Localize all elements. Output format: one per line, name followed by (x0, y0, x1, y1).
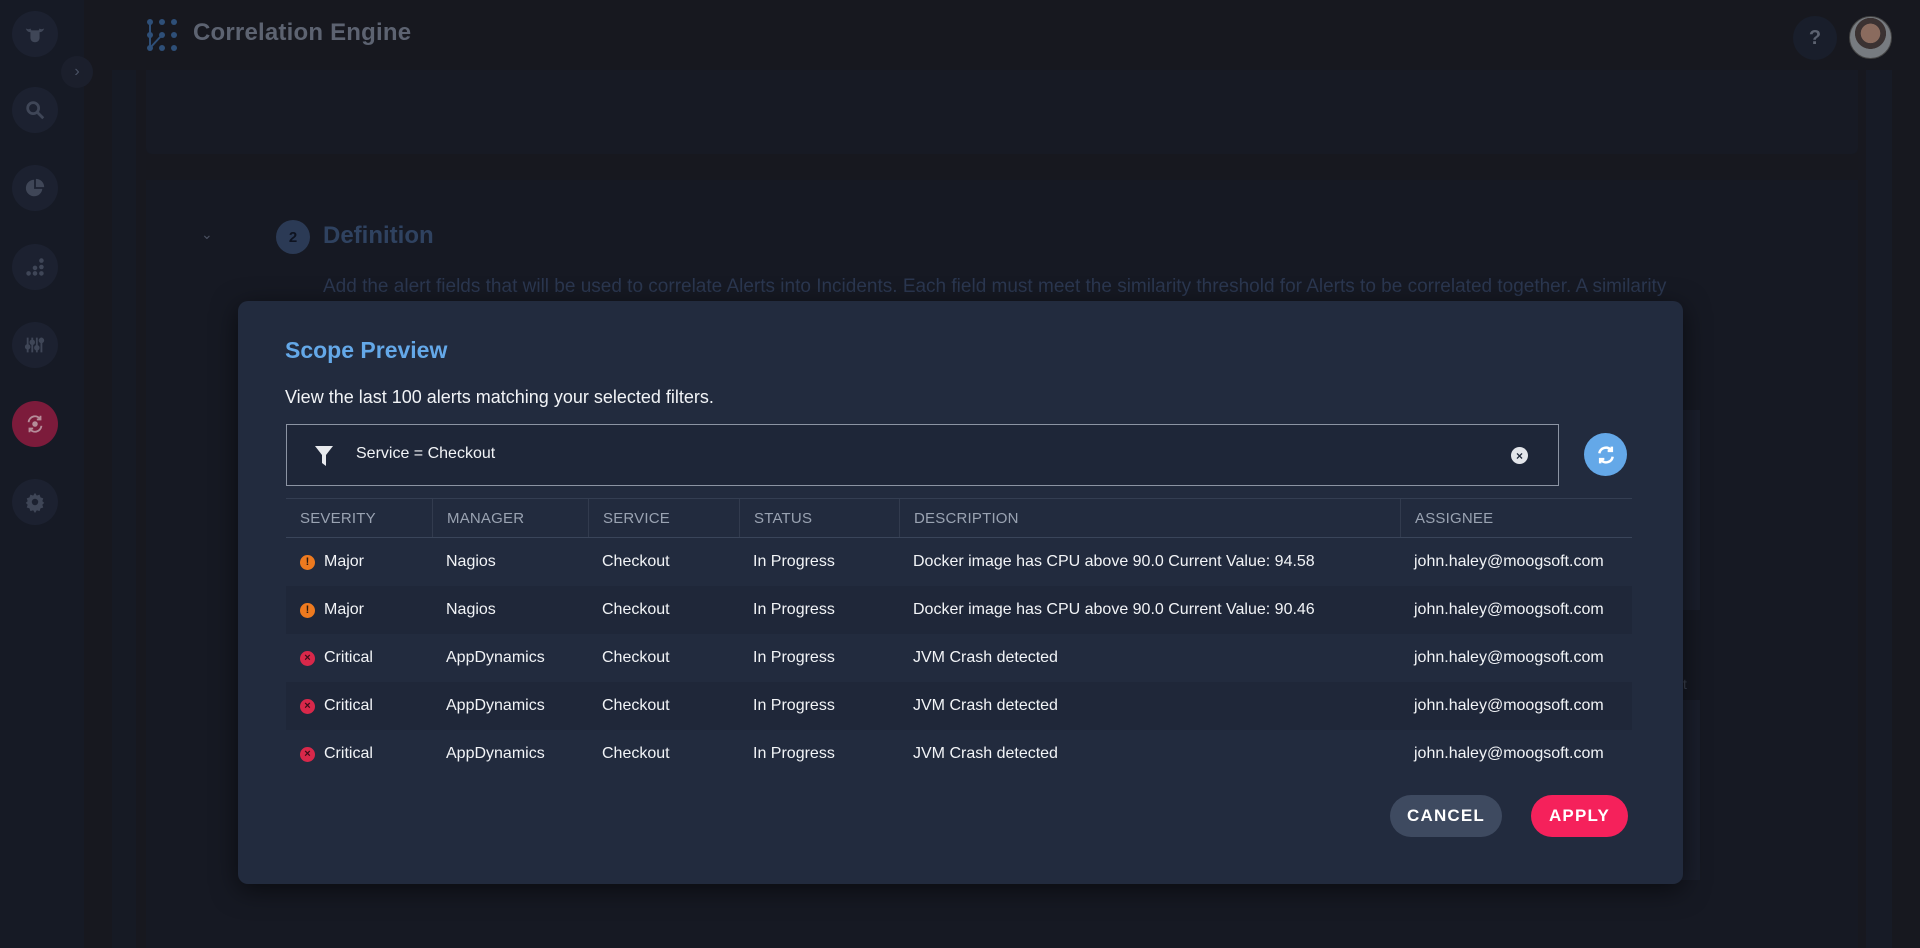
clear-filter-icon[interactable]: × (1511, 447, 1528, 464)
gear-icon (25, 492, 45, 513)
background-text-fragment: t (1683, 676, 1687, 692)
modal-title: Scope Preview (285, 337, 448, 363)
background-panel (146, 70, 1858, 154)
cell-description: Docker image has CPU above 90.0 Current … (913, 553, 1315, 570)
cell-service: Checkout (602, 697, 670, 714)
sidebar-item-dashboards[interactable] (12, 165, 58, 211)
page-title: Correlation Engine (193, 19, 412, 46)
cell-manager: AppDynamics (446, 745, 545, 762)
pie-chart-icon (25, 178, 45, 197)
sliders-icon (24, 337, 45, 353)
table-header: SEVERITY MANAGER SERVICE STATUS DESCRIPT… (286, 498, 1632, 538)
cell-severity: ! Major (286, 553, 432, 571)
cell-manager: Nagios (446, 601, 496, 618)
sidebar-item-tuning[interactable] (12, 322, 58, 368)
filter-icon (315, 446, 333, 466)
column-header-service[interactable]: SERVICE (588, 499, 739, 537)
column-header-description[interactable]: DESCRIPTION (899, 499, 1400, 537)
cell-service: Checkout (602, 601, 670, 618)
cell-manager: Nagios (446, 553, 496, 570)
sidebar-logo[interactable] (12, 11, 58, 57)
cell-severity: × Critical (286, 697, 432, 715)
correlation-engine-logo-icon (147, 19, 177, 51)
critical-severity-icon: × (300, 650, 315, 666)
severity-label: Major (324, 601, 365, 618)
cell-assignee: john.haley@moogsoft.com (1414, 649, 1604, 666)
alerts-table: SEVERITY MANAGER SERVICE STATUS DESCRIPT… (286, 498, 1632, 778)
major-severity-icon: ! (300, 602, 315, 618)
section-title: Definition (323, 222, 434, 249)
table-row[interactable]: ! Major Nagios Checkout In Progress Docker im… (286, 586, 1632, 634)
column-header-status[interactable]: STATUS (739, 499, 899, 537)
cell-severity: × Critical (286, 745, 432, 763)
severity-label: Critical (324, 649, 373, 666)
cell-manager: AppDynamics (446, 649, 545, 666)
cell-assignee: john.haley@moogsoft.com (1414, 697, 1604, 714)
table-row[interactable]: ! Major Nagios Checkout In Progress Docker im… (286, 538, 1632, 586)
background-strip (112, 70, 136, 948)
column-header-severity[interactable]: SEVERITY (286, 499, 432, 537)
cell-assignee: john.haley@moogsoft.com (1414, 601, 1604, 618)
cell-severity: ! Major (286, 601, 432, 619)
page: › Correlation Engine ? ⌄ 2 Definition Ad… (0, 0, 1920, 948)
cell-status: In Progress (753, 601, 835, 618)
help-button[interactable]: ? (1793, 16, 1837, 60)
scope-preview-modal: Scope Preview View the last 100 alerts m… (238, 301, 1683, 884)
table-row[interactable]: × Critical AppDynamics Checkout In Progress J… (286, 634, 1632, 682)
cell-status: In Progress (753, 553, 835, 570)
critical-severity-icon: × (300, 746, 315, 762)
expand-sidebar-button[interactable]: › (61, 56, 93, 88)
cow-icon (25, 28, 45, 43)
cell-status: In Progress (753, 649, 835, 666)
sync-icon (27, 415, 43, 433)
cell-status: In Progress (753, 745, 835, 762)
filter-input[interactable]: Service = Checkout × (286, 424, 1559, 486)
help-icon: ? (1808, 26, 1822, 49)
column-header-manager[interactable]: MANAGER (432, 499, 588, 537)
table-row[interactable]: × Critical AppDynamics Checkout In Progress J… (286, 682, 1632, 730)
chevron-right-icon: › (74, 63, 80, 80)
sidebar-item-search[interactable] (12, 87, 58, 133)
modal-subtitle: View the last 100 alerts matching your s… (285, 387, 714, 407)
sidebar: › (0, 0, 93, 948)
cell-manager: AppDynamics (446, 697, 545, 714)
chevron-down-icon[interactable]: ⌄ (201, 226, 213, 243)
user-avatar[interactable] (1849, 16, 1892, 59)
search-icon (26, 101, 45, 120)
cell-severity: × Critical (286, 649, 432, 667)
major-severity-icon: ! (300, 554, 315, 570)
refresh-button[interactable] (1584, 433, 1627, 476)
table-body: ! Major Nagios Checkout In Progress Docker im… (286, 538, 1632, 778)
sidebar-item-settings[interactable] (12, 479, 58, 525)
severity-label: Critical (324, 697, 373, 714)
severity-label: Major (324, 553, 365, 570)
cell-description: JVM Crash detected (913, 649, 1058, 666)
background-strip (1866, 70, 1892, 948)
severity-label: Critical (324, 745, 373, 762)
cancel-button[interactable]: CANCEL (1390, 795, 1502, 837)
cell-service: Checkout (602, 553, 670, 570)
cell-assignee: john.haley@moogsoft.com (1414, 745, 1604, 762)
step-number-badge: 2 (276, 220, 310, 254)
section-description: Add the alert fields that will be used t… (323, 276, 1667, 297)
cell-description: JVM Crash detected (913, 745, 1058, 762)
cell-status: In Progress (753, 697, 835, 714)
column-header-assignee[interactable]: ASSIGNEE (1400, 499, 1632, 537)
sidebar-item-insights[interactable] (12, 244, 58, 290)
table-row[interactable]: × Critical AppDynamics Checkout In Progress J… (286, 730, 1632, 778)
sidebar-item-correlation[interactable] (12, 401, 58, 447)
cell-service: Checkout (602, 649, 670, 666)
filter-value: Service = Checkout (356, 445, 496, 462)
cell-description: JVM Crash detected (913, 697, 1058, 714)
cell-assignee: john.haley@moogsoft.com (1414, 553, 1604, 570)
apply-button[interactable]: APPLY (1531, 795, 1628, 837)
cell-description: Docker image has CPU above 90.0 Current … (913, 601, 1315, 618)
bar-dots-icon (26, 258, 44, 276)
critical-severity-icon: × (300, 698, 315, 714)
cell-service: Checkout (602, 745, 670, 762)
refresh-icon (1597, 445, 1614, 464)
